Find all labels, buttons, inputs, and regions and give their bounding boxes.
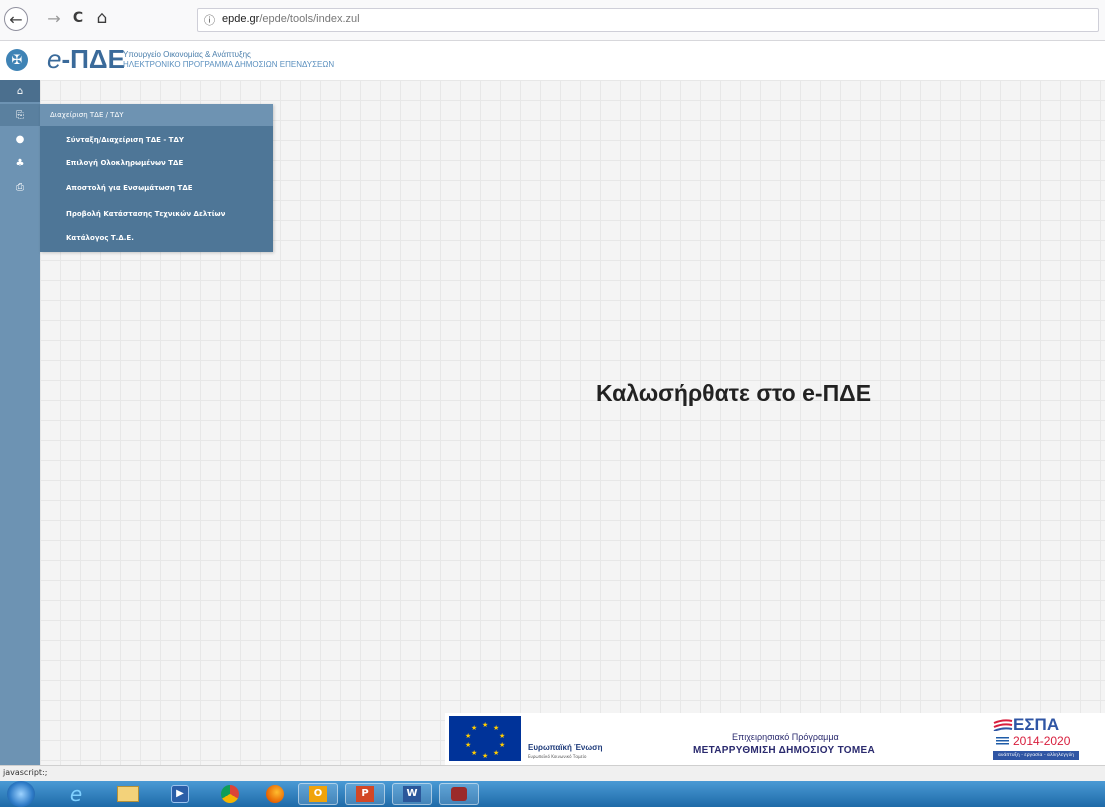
back-arrow-icon: ← — [9, 9, 23, 29]
status-bar: javascript:; — [0, 765, 1105, 781]
site-info-icon[interactable]: ⓘ — [204, 12, 215, 28]
url-text[interactable]: epde.gr/epde/tools/index.zul — [222, 13, 360, 25]
submenu-header[interactable]: Διαχείριση ΤΔΕ / ΤΔΥ — [40, 104, 273, 126]
home-icon: ⌂ — [96, 8, 108, 28]
url-host: epde.gr — [222, 13, 260, 25]
media-player-icon[interactable]: ▶ — [160, 783, 200, 805]
forward-arrow-icon: → — [47, 8, 61, 28]
documents-icon: ⎘ — [16, 109, 24, 121]
espa-swoosh-icon — [993, 719, 1013, 731]
sitemap-icon: ♣ — [15, 157, 25, 169]
op-program-name: ΜΕΤΑΡΡΥΘΜΙΣΗ ΔΗΜΟΣΙΟΥ ΤΟΜΕΑ — [693, 745, 876, 756]
ministry-block: Υπουργείο Οικονομίας & Ανάπτυξης ΗΛΕΚΤΡΟ… — [123, 50, 334, 70]
browser-toolbar: ← → C ⌂ ⓘ epde.gr/epde/tools/index.zul — [0, 0, 1105, 41]
sidebar-documents-button[interactable]: ⎘ — [0, 104, 40, 126]
sidebar-sitemap-button[interactable]: ♣ — [0, 152, 40, 174]
print-icon: ⎙ — [16, 181, 24, 193]
espa-slogan: ανάπτυξη - εργασία - αλληλεγγύη — [993, 751, 1079, 760]
site-header: ✠ e-ΠΔΕ Υπουργείο Οικονομίας & Ανάπτυξης… — [0, 41, 1105, 81]
url-bar[interactable]: ⓘ epde.gr/epde/tools/index.zul — [197, 8, 1099, 32]
firefox-icon[interactable] — [255, 783, 295, 805]
url-path: /epde/tools/index.zul — [259, 13, 360, 25]
comment-icon: ● — [15, 133, 25, 145]
powerpoint-icon[interactable]: P — [345, 783, 385, 805]
home-icon: ⌂ — [16, 85, 24, 97]
word-icon[interactable]: W — [392, 783, 432, 805]
eu-flag-icon: ★ ★ ★ ★ ★ ★ ★ ★ ★ ★ — [449, 716, 521, 761]
program-name: ΗΛΕΚΤΡΟΝΙΚΟ ΠΡΟΓΡΑΜΜΑ ΔΗΜΟΣΙΩΝ ΕΠΕΝΔΥΣΕΩ… — [123, 60, 335, 69]
menu-item-status-view[interactable]: Προβολή Κατάστασης Τεχνικών Δελτίων — [66, 210, 225, 218]
logo-main: -ΠΔΕ — [61, 44, 125, 74]
menu-item-send-integration[interactable]: Αποστολή για Ενσωμάτωση ΤΔΕ — [66, 184, 193, 192]
ministry-name: Υπουργείο Οικονομίας & Ανάπτυξης — [123, 50, 251, 59]
reload-icon: C — [72, 10, 84, 26]
taskbar: e ▶ O P W — [0, 781, 1105, 807]
welcome-heading: Καλωσήρθατε στο e-ΠΔΕ — [596, 380, 872, 406]
status-text: javascript:; — [3, 768, 48, 777]
greek-flag-icon — [996, 737, 1009, 746]
explorer-icon[interactable] — [108, 783, 148, 805]
chrome-icon[interactable] — [210, 783, 250, 805]
logo-prefix: e — [47, 44, 62, 74]
site-logo[interactable]: e-ΠΔΕ — [47, 44, 125, 75]
home-button[interactable]: ⌂ — [90, 6, 114, 30]
eu-label: Ευρωπαϊκή Ένωση — [528, 743, 603, 752]
app-icon[interactable] — [439, 783, 479, 805]
greek-emblem-icon: ✠ — [6, 49, 28, 71]
footer-banner: ★ ★ ★ ★ ★ ★ ★ ★ ★ ★ Ευρωπαϊκή Ένωση Ευρωπαϊκό … — [445, 713, 1105, 765]
sidebar-print-button[interactable]: ⎙ — [0, 176, 40, 198]
menu-item-catalog[interactable]: Κατάλογος Τ.Δ.Ε. — [66, 234, 134, 242]
espa-years: 2014-2020 — [1013, 734, 1071, 748]
forward-button[interactable]: → — [42, 6, 66, 30]
eu-fund-label: Ευρωπαϊκό Κοινωνικό Ταμείο — [528, 754, 587, 759]
op-program-label: Επιχειρησιακό Πρόγραμμα — [732, 732, 839, 742]
back-button[interactable]: ← — [4, 7, 28, 31]
start-button[interactable] — [7, 781, 35, 807]
menu-item-select-completed[interactable]: Επιλογή Ολοκληρωμένων ΤΔΕ — [66, 159, 183, 167]
sidebar-comments-button[interactable]: ● — [0, 128, 40, 150]
reload-button[interactable]: C — [66, 6, 90, 30]
menu-item-compose[interactable]: Σύνταξη/Διαχείριση ΤΔΕ - ΤΔΥ — [66, 136, 184, 144]
outlook-icon[interactable]: O — [298, 783, 338, 805]
espa-logo: ΕΣΠΑ 2014-2020 ανάπτυξη - εργασία - αλλη… — [993, 715, 1079, 761]
ie-icon[interactable]: e — [56, 782, 96, 806]
espa-title: ΕΣΠΑ — [1013, 715, 1060, 734]
sidebar-home-button[interactable]: ⌂ — [0, 80, 40, 102]
sidebar: ⌂ ⎘ ● ♣ ⎙ — [0, 80, 40, 765]
submenu-panel: Διαχείριση ΤΔΕ / ΤΔΥ Σύνταξη/Διαχείριση … — [40, 104, 273, 252]
